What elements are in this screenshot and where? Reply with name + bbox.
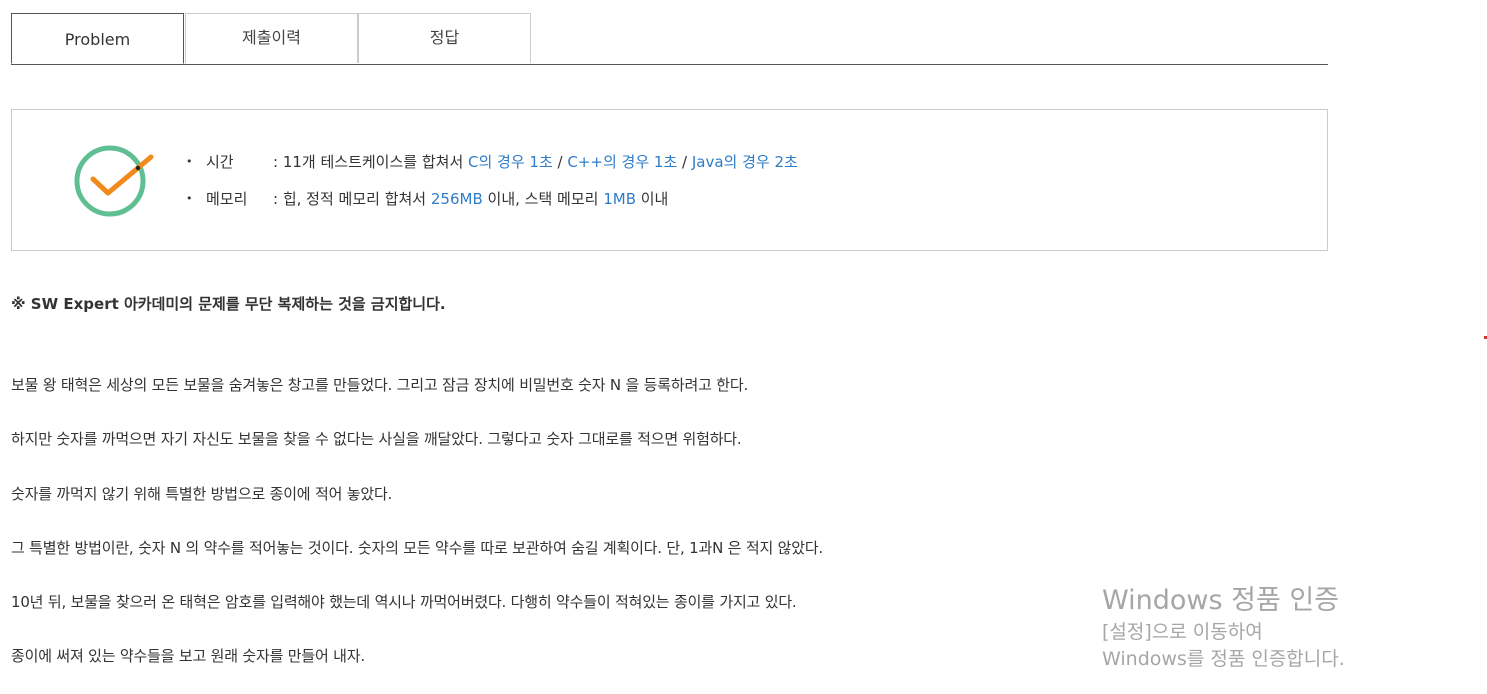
time-prefix: : 11개 테스트케이스를 합쳐서 [273, 153, 469, 171]
memory-heap: 256MB [430, 190, 483, 208]
bullet-icon: • [186, 192, 193, 205]
memory-prefix: : 힙, 정적 메모리 합쳐서 [273, 190, 431, 208]
time-label: 시간 [206, 153, 234, 171]
problem-tabs: Problem 제출이력 정답 [11, 13, 1328, 65]
time-cpp: C++의 경우 1초 [567, 153, 678, 171]
memory-mid: 이내, 스택 메모리 [482, 190, 604, 208]
time-java: Java의 경우 2초 [691, 153, 798, 171]
time-limit-row: • 시간 : 11개 테스트케이스를 합쳐서 C의 경우 1초 / C++의 경우 … [186, 151, 798, 172]
watermark-title: Windows 정품 인증 [1102, 585, 1340, 616]
problem-paragraph: 그 특별한 방법이란, 숫자 N 의 약수를 적어놓는 것이다. 숫자의 모든 … [11, 539, 823, 557]
copyright-notice: ※ SW Expert 아카데미의 문제를 무단 복제하는 것을 금지합니다. [11, 295, 446, 313]
problem-paragraph: 보물 왕 태혁은 세상의 모든 보물을 숨겨놓은 창고를 만들었다. 그리고 잠… [11, 376, 749, 394]
problem-paragraph: 숫자를 까먹지 않기 위해 특별한 방법으로 종이에 적어 놓았다. [11, 485, 393, 503]
windows-activation-watermark: Windows 정품 인증 [설정]으로 이동하여 Windows를 정품 인증… [1102, 578, 1352, 688]
tab-answer[interactable]: 정답 [358, 13, 531, 63]
time-sep-1: / [552, 153, 568, 171]
problem-paragraph: 하지만 숫자를 까먹으면 자기 자신도 보물을 찾을 수 없다는 사실을 깨달았… [11, 430, 742, 448]
tab-submission-history[interactable]: 제출이력 [185, 13, 358, 63]
bullet-icon: • [186, 155, 193, 168]
problem-paragraph: 10년 뒤, 보물을 찾으러 온 태혁은 암호를 입력해야 했는데 역시나 까먹… [11, 593, 797, 611]
memory-label: 메모리 [206, 190, 248, 208]
memory-stack: 1MB [603, 190, 636, 208]
tab-problem[interactable]: Problem [11, 13, 184, 64]
time-c: C의 경우 1초 [468, 153, 553, 171]
problem-paragraph: 종이에 써져 있는 약수들을 보고 원래 숫자를 만들어 내자. [11, 647, 365, 665]
memory-limit-row: • 메모리 : 힙, 정적 메모리 합쳐서 256MB 이내, 스택 메모리 1MB… [186, 188, 668, 209]
memory-suffix: 이내 [635, 190, 669, 208]
time-sep-2: / [677, 153, 692, 171]
limits-box: • 시간 : 11개 테스트케이스를 합쳐서 C의 경우 1초 / C++의 경우 … [11, 109, 1328, 251]
check-icon [74, 145, 154, 217]
watermark-subtitle: [설정]으로 이동하여 Windows를 정품 인증합니다. [1102, 621, 1345, 670]
